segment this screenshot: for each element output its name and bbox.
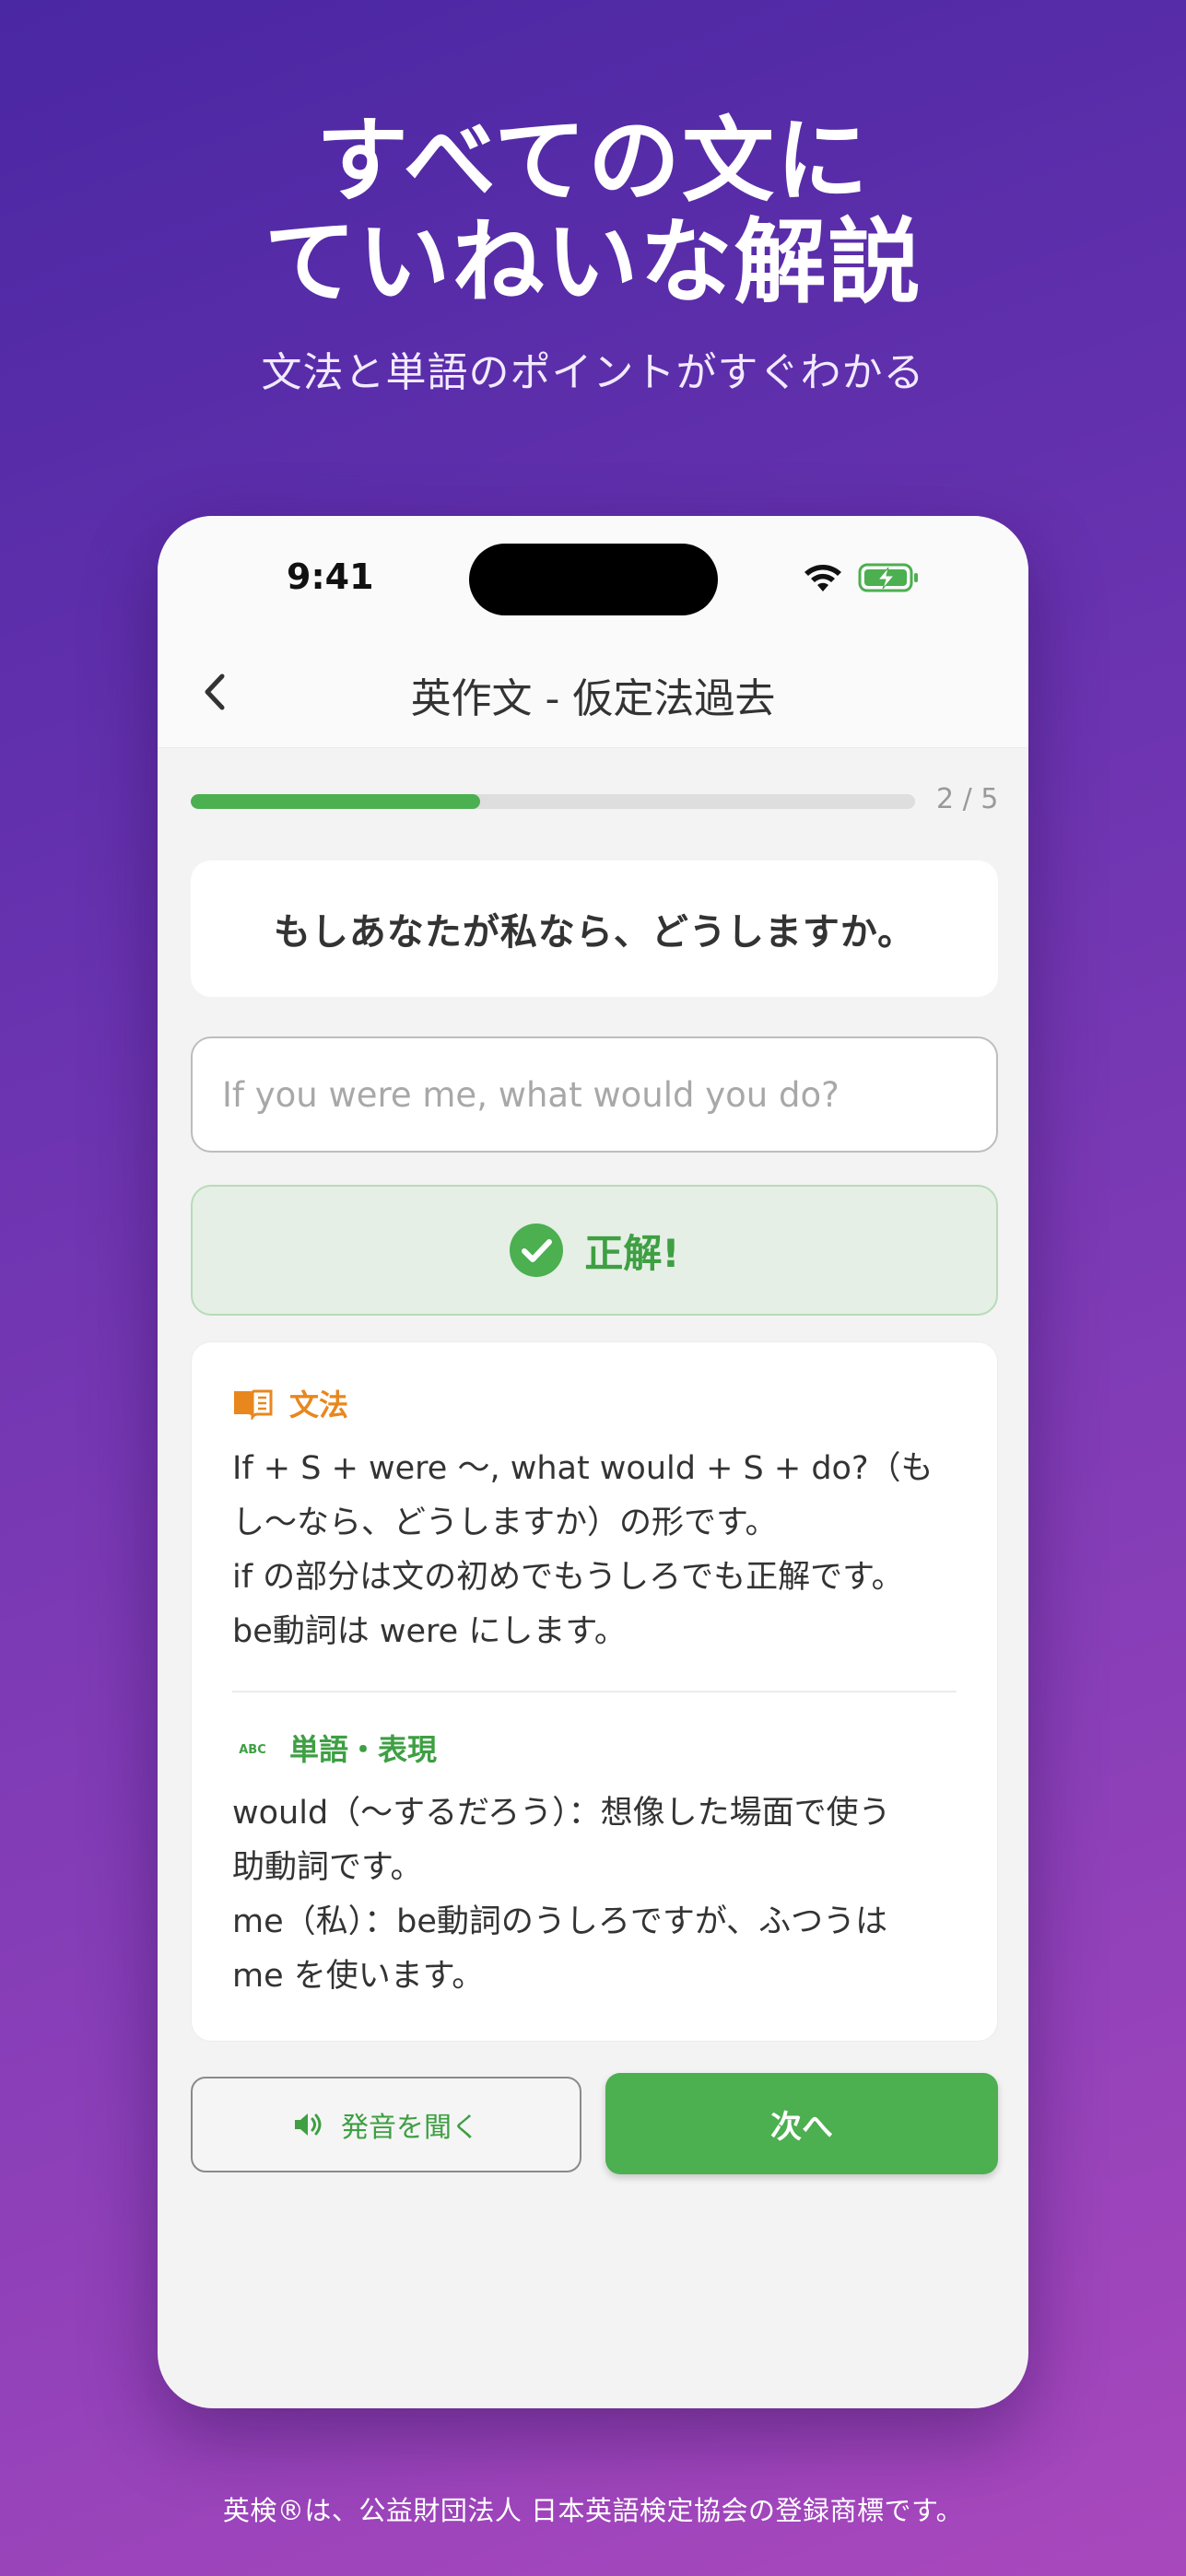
result-text: 正解! [584,1230,680,1276]
headline-line-1: すべての文に [316,107,870,215]
grammar-line: if の部分は文の初めでもうしろでも正解です。 [232,1559,904,1596]
progress-bar [191,794,915,809]
grammar-line: し〜なら、どうしますか）の形です。 [232,1505,778,1541]
result-banner: 正解! [191,1185,998,1316]
vocab-title: 単語・表現 [289,1732,438,1767]
answer-input[interactable] [191,1036,998,1153]
vocab-line: me（私）：be動詞のうしろですが、ふつうは [232,1903,888,1940]
vocab-body: would（〜するだろう）：想像した場面で使う 助動詞です。 me（私）：be動… [232,1786,957,2004]
dynamic-island [469,544,718,615]
next-label: 次へ [770,2108,833,2146]
nav-bar: 英作文 - 仮定法過去 [158,636,1028,748]
headline: すべての文に ていねいな解説 文法と単語のポイントがすぐわかる [0,111,1186,398]
next-button[interactable]: 次へ [605,2073,998,2174]
vocab-line: me を使います。 [232,1958,485,1995]
trademark-note: 英検®は、公益財団法人 日本英語検定協会の登録商標です。 [222,2495,964,2526]
question-card: もしあなたが私なら、どうしますか。 [191,861,998,997]
wifi-icon [804,565,841,591]
divider [232,1691,957,1692]
speaker-icon [295,2113,322,2136]
abc-icon: ABC [239,1743,266,1757]
headline-line-2: ていねいな解説 [264,208,922,316]
question-text: もしあなたが私なら、どうしますか。 [273,911,916,954]
page-title: 英作文 - 仮定法過去 [410,675,776,722]
grammar-line: be動詞は were にします。 [232,1613,627,1650]
status-time: 9:41 [287,556,374,597]
grammar-line: If + S + were 〜, what would + S + do?（も [232,1450,934,1487]
progress-count: 2 / 5 [936,783,999,815]
check-circle-icon [510,1224,564,1277]
vocab-header: ABC 単語・表現 [232,1726,957,1770]
headline-subtitle: 文法と単語のポイントがすぐわかる [261,349,925,396]
progress-fill [191,794,481,809]
grammar-header: 文法 [232,1381,957,1425]
vocab-line: would（〜するだろう）：想像した場面で使う [232,1795,891,1832]
play-audio-button[interactable]: 発音を聞く [191,2077,581,2172]
status-bar: 9:41 [158,516,1028,636]
book-icon [234,1389,273,1420]
play-audio-label: 発音を聞く [341,2112,479,2144]
phone-screen: 9:41 英作文 - 仮定法過去 2 / 5 もしあなたが私なら、どうしますか。 [158,516,1028,2408]
explanation-card: 文法 If + S + were 〜, what would + S + do?… [191,1341,998,2042]
grammar-body: If + S + were 〜, what would + S + do?（も … [232,1442,957,1659]
battery-charging-icon [858,563,918,592]
svg-text:ABC: ABC [239,1743,266,1757]
grammar-title: 文法 [289,1388,349,1423]
vocab-line: 助動詞です。 [232,1849,423,1886]
